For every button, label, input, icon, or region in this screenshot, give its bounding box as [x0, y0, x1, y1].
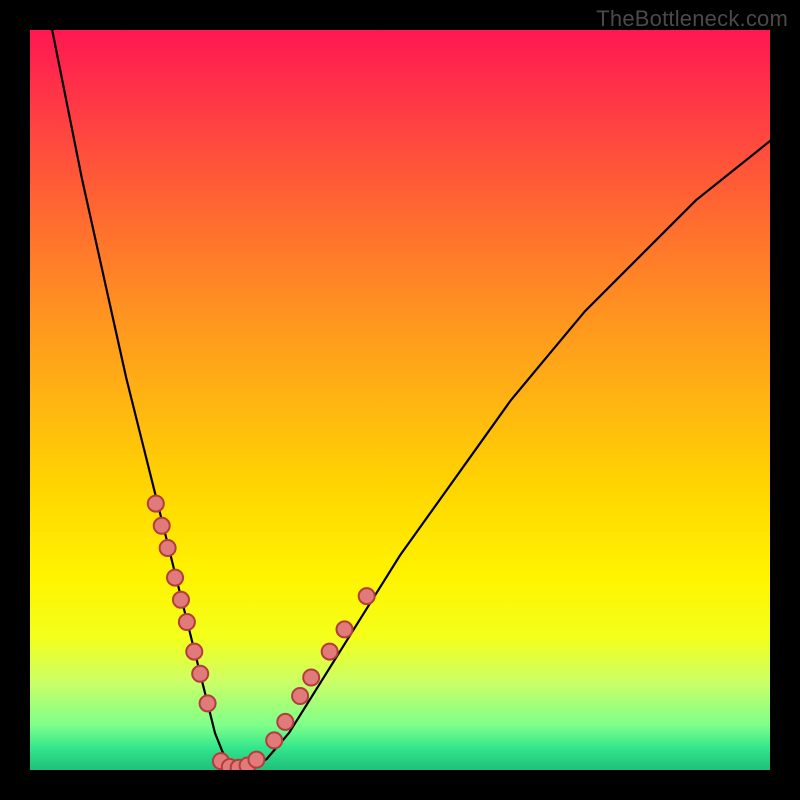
- outer-frame: TheBottleneck.com: [0, 0, 800, 800]
- highlight-dots: [148, 496, 375, 770]
- watermark-text: TheBottleneck.com: [596, 6, 788, 32]
- chart-svg: [30, 30, 770, 770]
- bottleneck-curve: [52, 30, 770, 769]
- plot-area: [30, 30, 770, 770]
